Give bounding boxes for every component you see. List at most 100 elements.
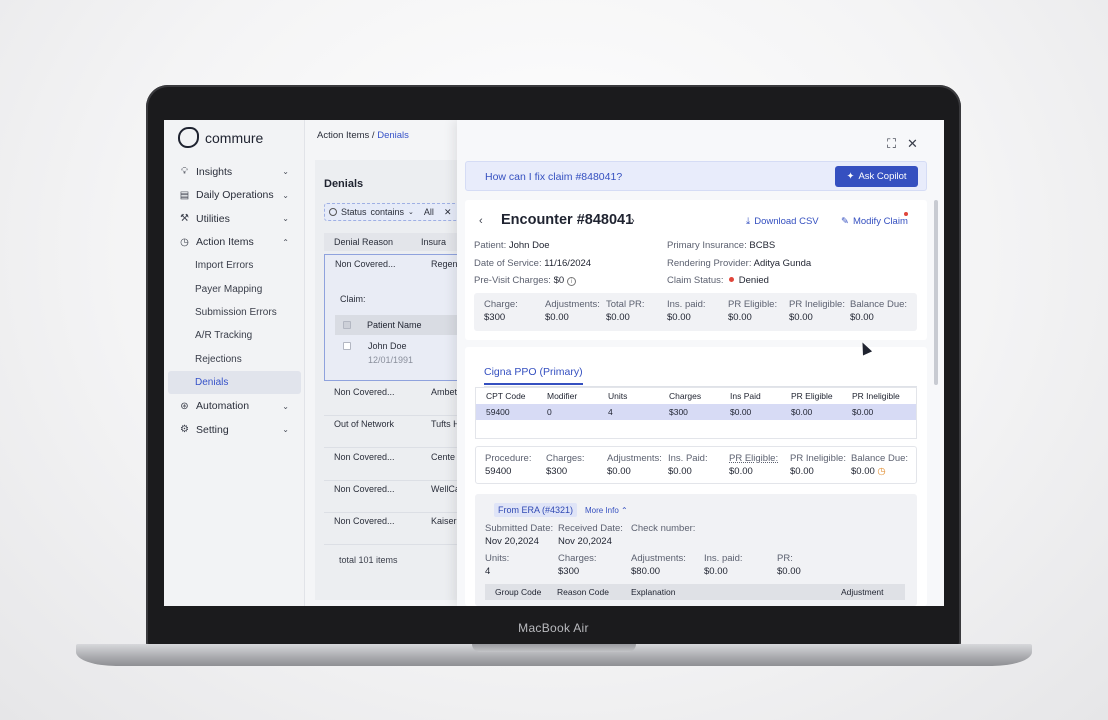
sidebar-subitem-payer-mapping[interactable]: Payer Mapping: [164, 277, 305, 300]
modify-claim-button[interactable]: ✎ Modify Claim: [841, 216, 908, 227]
sidebar-item-action-items[interactable]: ◷ Action Items ⌃: [164, 231, 305, 255]
more-info-label: More Info: [585, 506, 619, 515]
cell: 59400: [486, 407, 510, 417]
select-all-checkbox[interactable]: [343, 321, 351, 329]
column-header: CPT Code: [486, 391, 526, 401]
procedure-label: Balance Due:: [851, 453, 909, 464]
chevron-up-icon: ⌃: [282, 237, 289, 247]
breadcrumb-current[interactable]: Denials: [377, 130, 409, 141]
encounter-title: Encounter #848041: [501, 212, 634, 228]
sidebar-item-automation[interactable]: ⊛ Automation ⌄: [164, 394, 305, 418]
close-icon[interactable]: ✕: [907, 136, 918, 152]
expand-icon[interactable]: ⛶: [887, 136, 896, 152]
procedure-value: $0.00 ◷: [851, 465, 908, 478]
sidebar-subitem-denials[interactable]: Denials: [168, 370, 301, 395]
procedure-label: PR Ineligible:: [790, 453, 846, 464]
logo[interactable]: commure: [178, 127, 263, 148]
close-icon[interactable]: ✕: [444, 207, 452, 218]
breadcrumb: Action Items / Denials: [317, 130, 409, 141]
sidebar-subitem-rejections[interactable]: Rejections: [164, 348, 305, 371]
provider-value: Aditya Gunda: [753, 258, 812, 269]
era-date-cell: Check number:: [631, 522, 695, 535]
ask-copilot-label: Ask Copilot: [858, 171, 907, 182]
sidebar-item-insights[interactable]: 💡︎ Insights ⌄: [164, 160, 305, 184]
filter-value: All: [423, 207, 434, 217]
copilot-question[interactable]: How can I fix claim #848041?: [485, 171, 622, 183]
previsit-label: Pre-Visit Charges:: [474, 275, 551, 286]
row-checkbox[interactable]: [343, 342, 351, 350]
patient-dob: 12/01/1991: [368, 355, 414, 365]
column-header: PR Eligible: [791, 391, 833, 401]
sidebar-item-daily-operations[interactable]: ▤ Daily Operations ⌄: [164, 184, 305, 208]
table-row[interactable]: Non Covered... Kaiser: [324, 513, 464, 545]
summary-value: $0.00: [728, 312, 752, 323]
filter-operator[interactable]: contains: [371, 207, 405, 217]
column-header-denial-reason[interactable]: Denial Reason: [324, 237, 421, 247]
status-filter-chip[interactable]: Status contains ⌄ All ✕: [324, 203, 464, 221]
sidebar-item-label: Setting: [196, 423, 229, 436]
table-row[interactable]: Non Covered... Cente: [324, 449, 464, 481]
summary-value: $0.00: [545, 312, 569, 323]
row-denial-reason: Non Covered...: [335, 259, 396, 269]
rendering-provider-field: Rendering Provider: Aditya Gunda: [667, 258, 811, 269]
chevron-right-icon[interactable]: ›: [631, 215, 635, 227]
summary-adjustments: Adjustments: $0.00: [545, 298, 600, 324]
pre-visit-charges-field: Pre-Visit Charges: $0 i: [474, 275, 576, 286]
encounter-drawer: ⛶ ✕ How can I fix claim #848041? ✦ Ask C…: [457, 120, 944, 606]
era-label: PR:: [777, 553, 793, 564]
procedure-label: Adjustments:: [607, 453, 662, 464]
procedure-summary: Procedure: 59400 Charges: $300 Adjustments…: [475, 446, 917, 484]
row-denial-reason: Non Covered...: [334, 387, 395, 397]
sidebar-subitem-submission-errors[interactable]: Submission Errors: [164, 301, 305, 324]
era-date-cell: Submitted Date: Nov 20,2024: [485, 522, 553, 548]
chevron-left-icon[interactable]: ‹: [479, 215, 483, 227]
chevron-down-icon: ⌄: [282, 214, 289, 224]
drawer-scrollbar[interactable]: [934, 200, 938, 385]
more-info-button[interactable]: More Info ⌃: [585, 506, 628, 515]
row-insurance: Regen: [431, 259, 458, 269]
breadcrumb-separator: /: [369, 130, 378, 141]
era-label: Ins. paid:: [704, 553, 743, 564]
inner-table-header: Patient Name: [335, 315, 465, 335]
table-row[interactable]: 59400 0 4 $300 $0.00 $0.00 $0.00: [476, 404, 916, 420]
chevron-down-icon: ⌄: [408, 209, 414, 216]
sidebar-item-utilities[interactable]: ⚒ Utilities ⌄: [164, 207, 305, 231]
cell: 4: [608, 407, 613, 417]
ask-copilot-button[interactable]: ✦ Ask Copilot: [835, 166, 918, 187]
row-insurance: Kaiser: [431, 516, 457, 526]
patient-field: Patient: John Doe: [474, 240, 550, 251]
summary-value: $0.00: [789, 312, 813, 323]
sidebar-item-label: Daily Operations: [196, 189, 274, 202]
row-insurance: Cente: [431, 452, 456, 462]
era-amount-cell: Charges: $300: [558, 552, 597, 578]
notification-dot: [904, 212, 908, 216]
sidebar-subitem-import-errors[interactable]: Import Errors: [164, 254, 305, 277]
table-row[interactable]: Non Covered... Ambet: [324, 384, 464, 416]
sidebar-subitem-ar-tracking[interactable]: A/R Tracking: [164, 324, 305, 347]
info-icon[interactable]: i: [566, 277, 576, 286]
procedure-cell: Charges: $300: [546, 452, 585, 478]
insurance-value: BCBS: [749, 240, 776, 251]
lightbulb-icon: 💡︎: [181, 166, 188, 178]
column-header: Group Code: [495, 587, 542, 597]
download-csv-button[interactable]: ⤓ Download CSV: [746, 216, 819, 227]
table-row[interactable]: Out of Network Tufts H: [324, 416, 464, 448]
table-row-expanded[interactable]: Non Covered... Regen Claim: Patient Name…: [324, 254, 465, 381]
total-count: total 101 items: [339, 555, 398, 565]
procedure-value: $0.00: [668, 466, 692, 477]
column-header: Ins Paid: [730, 391, 761, 401]
previsit-value: $0: [553, 275, 565, 286]
procedure-cell: PR Ineligible: $0.00: [790, 452, 846, 478]
tab-cigna-ppo-primary[interactable]: Cigna PPO (Primary): [484, 366, 583, 385]
page-title: Denials: [324, 178, 364, 190]
claim-status-field: Claim Status: Denied: [667, 275, 769, 286]
column-header-insurance[interactable]: Insura: [421, 237, 446, 247]
table-row[interactable]: Non Covered... WellCa: [324, 481, 464, 513]
summary-label: Charge:: [484, 299, 518, 310]
era-value: $300: [558, 566, 580, 577]
sidebar-item-setting[interactable]: ⚙ Setting ⌄: [164, 418, 305, 442]
chevron-down-icon: ⌄: [282, 401, 289, 411]
claim-label: Claim:: [340, 294, 366, 304]
cell: 0: [547, 407, 552, 417]
breadcrumb-parent[interactable]: Action Items: [317, 130, 369, 141]
